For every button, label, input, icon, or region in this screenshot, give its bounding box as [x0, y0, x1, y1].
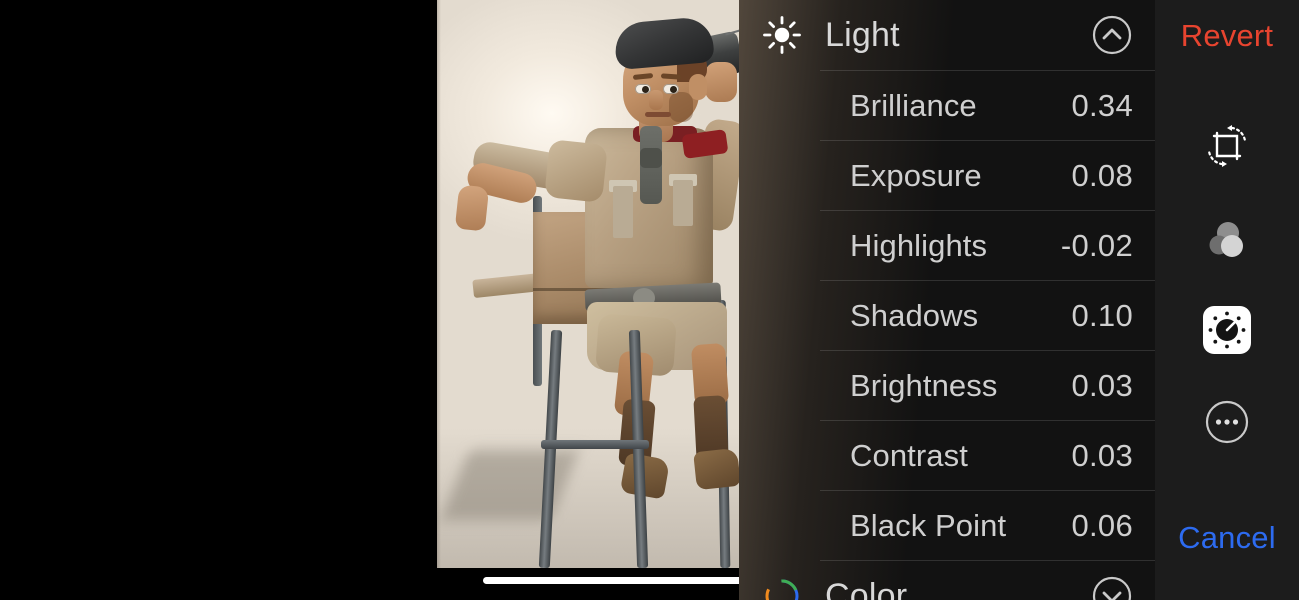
filters-icon[interactable] — [1201, 214, 1253, 266]
figure-nose — [649, 90, 663, 110]
stool-footrest — [541, 440, 649, 449]
figure-cheek-shadow — [669, 92, 693, 122]
adjustment-row-highlights[interactable]: Highlights -0.02 — [820, 210, 1155, 280]
figure-pupil — [670, 86, 677, 93]
adjustment-label: Brilliance — [850, 87, 977, 123]
adjustment-label: Highlights — [850, 227, 988, 263]
crop-rotate-icon[interactable] — [1201, 120, 1253, 172]
light-section-header[interactable]: Light — [739, 0, 1155, 70]
revert-button[interactable]: Revert — [1155, 16, 1299, 56]
sun-icon — [761, 14, 803, 56]
adjustment-value: 0.08 — [1071, 157, 1133, 193]
adjustment-row-shadows[interactable]: Shadows 0.10 — [820, 280, 1155, 350]
adjustment-row-black-point[interactable]: Black Point 0.06 — [820, 490, 1155, 560]
figure-pocket — [613, 186, 633, 238]
adjustment-value: 0.34 — [1071, 87, 1133, 123]
more-options-icon[interactable] — [1203, 398, 1251, 446]
adjustment-label: Shadows — [850, 297, 979, 333]
color-wheel-icon — [761, 575, 803, 600]
light-section-title: Light — [825, 15, 900, 54]
figure-mouth — [645, 112, 671, 117]
chevron-up-circle-icon[interactable] — [1091, 14, 1133, 56]
figure-boot — [693, 447, 739, 491]
photo-viewport[interactable] — [0, 0, 739, 600]
figure-left-sleeve — [544, 139, 608, 203]
adjustment-label: Exposure — [850, 157, 982, 193]
adjustments-panel: Light Brilliance 0.34 Exposure 0.08 High… — [739, 0, 1155, 600]
adjustment-label: Contrast — [850, 437, 968, 473]
cancel-button[interactable]: Cancel — [1155, 518, 1299, 558]
editor-tool-rail: Revert Cancel — [1155, 0, 1299, 600]
adjustment-row-brilliance[interactable]: Brilliance 0.34 — [820, 70, 1155, 140]
photo-image[interactable] — [437, 0, 739, 568]
adjustment-value: 0.03 — [1071, 367, 1133, 403]
adjustment-value: -0.02 — [1060, 227, 1133, 263]
adjustment-value: 0.10 — [1071, 297, 1133, 333]
figure-scarf-ring — [640, 148, 662, 168]
figure-pocket — [673, 180, 693, 226]
adjustment-value: 0.03 — [1071, 437, 1133, 473]
color-section-header[interactable]: Color — [765, 560, 1155, 600]
adjustment-row-brightness[interactable]: Brightness 0.03 — [820, 350, 1155, 420]
home-indicator — [483, 577, 739, 584]
figure-right-hand — [705, 62, 737, 102]
adjustment-label: Brightness — [850, 367, 998, 403]
color-section-title: Color — [825, 576, 908, 600]
editor-screen: Light Brilliance 0.34 Exposure 0.08 High… — [0, 0, 1299, 600]
figure-left-hand — [454, 184, 490, 232]
adjustment-row-contrast[interactable]: Contrast 0.03 — [820, 420, 1155, 490]
figure-pupil — [642, 86, 649, 93]
adjustment-row-exposure[interactable]: Exposure 0.08 — [820, 140, 1155, 210]
adjustment-label: Black Point — [850, 507, 1007, 543]
light-adjustment-list: Brilliance 0.34 Exposure 0.08 Highlights… — [739, 70, 1155, 560]
chevron-down-circle-icon[interactable] — [1091, 575, 1133, 600]
adjustment-value: 0.06 — [1071, 507, 1133, 543]
adjust-icon[interactable] — [1203, 306, 1251, 354]
